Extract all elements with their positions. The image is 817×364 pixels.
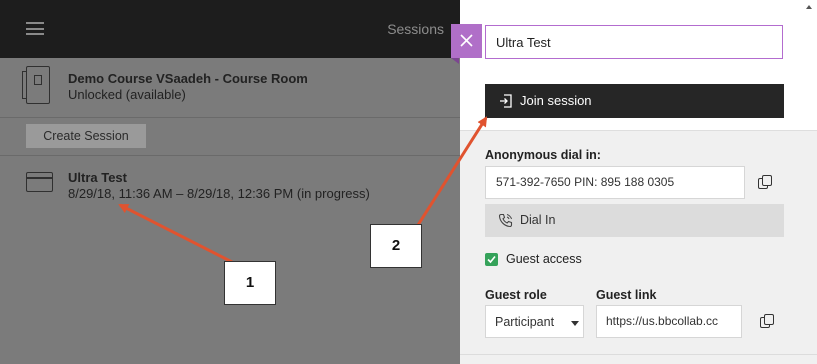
session-name-input[interactable]	[485, 25, 783, 59]
course-room-row[interactable]: Demo Course VSaadeh - Course Room Unlock…	[0, 58, 460, 118]
chevron-down-icon	[571, 321, 579, 326]
close-icon	[460, 34, 473, 47]
copy-link-icon[interactable]	[760, 314, 774, 328]
check-icon	[487, 255, 496, 264]
calendar-icon	[26, 172, 53, 192]
dial-in-label: Dial In	[520, 213, 556, 227]
session-row[interactable]: Ultra Test 8/29/18, 11:36 AM – 8/29/18, …	[0, 156, 460, 216]
copy-icon[interactable]	[758, 175, 772, 189]
dial-in-number-field[interactable]: 571-392-7650 PIN: 895 188 0305	[485, 166, 745, 199]
hamburger-icon[interactable]	[26, 22, 44, 35]
guest-role-heading: Guest role	[485, 288, 547, 302]
scroll-up-arrow[interactable]	[806, 5, 812, 9]
guest-role-value: Participant	[495, 315, 555, 329]
guest-role-select[interactable]: Participant	[485, 305, 584, 338]
close-button[interactable]	[451, 24, 482, 58]
guest-link-heading: Guest link	[596, 288, 657, 302]
join-session-button[interactable]: Join session	[485, 84, 784, 118]
guest-access-label: Guest access	[506, 252, 582, 266]
close-button-tab-shadow	[451, 58, 459, 64]
join-session-label: Join session	[520, 93, 592, 108]
drawer-footer	[460, 354, 817, 364]
enter-icon	[500, 94, 512, 108]
guest-link-field[interactable]: https://us.bbcollab.cc	[596, 305, 742, 338]
course-room-status: Unlocked (available)	[68, 87, 186, 102]
dial-in-button[interactable]: Dial In	[485, 204, 784, 237]
course-room-title: Demo Course VSaadeh - Course Room	[68, 71, 308, 86]
sessions-list-panel: Sessions Demo Course VSaadeh - Course Ro…	[0, 0, 460, 364]
session-title: Ultra Test	[68, 170, 127, 185]
session-time: 8/29/18, 11:36 AM – 8/29/18, 12:36 PM (i…	[68, 186, 370, 201]
create-session-button[interactable]: Create Session	[26, 124, 146, 148]
door-icon	[22, 66, 50, 104]
dial-in-heading: Anonymous dial in:	[485, 148, 601, 162]
annotation-label-1: 1	[224, 261, 276, 305]
guest-access-checkbox[interactable]	[485, 253, 498, 266]
top-bar: Sessions	[0, 0, 460, 58]
page-title: Sessions	[387, 21, 444, 37]
phone-icon	[498, 213, 513, 228]
annotation-label-2: 2	[370, 224, 422, 268]
session-details-drawer: Join session Anonymous dial in: 571-392-…	[451, 0, 817, 364]
